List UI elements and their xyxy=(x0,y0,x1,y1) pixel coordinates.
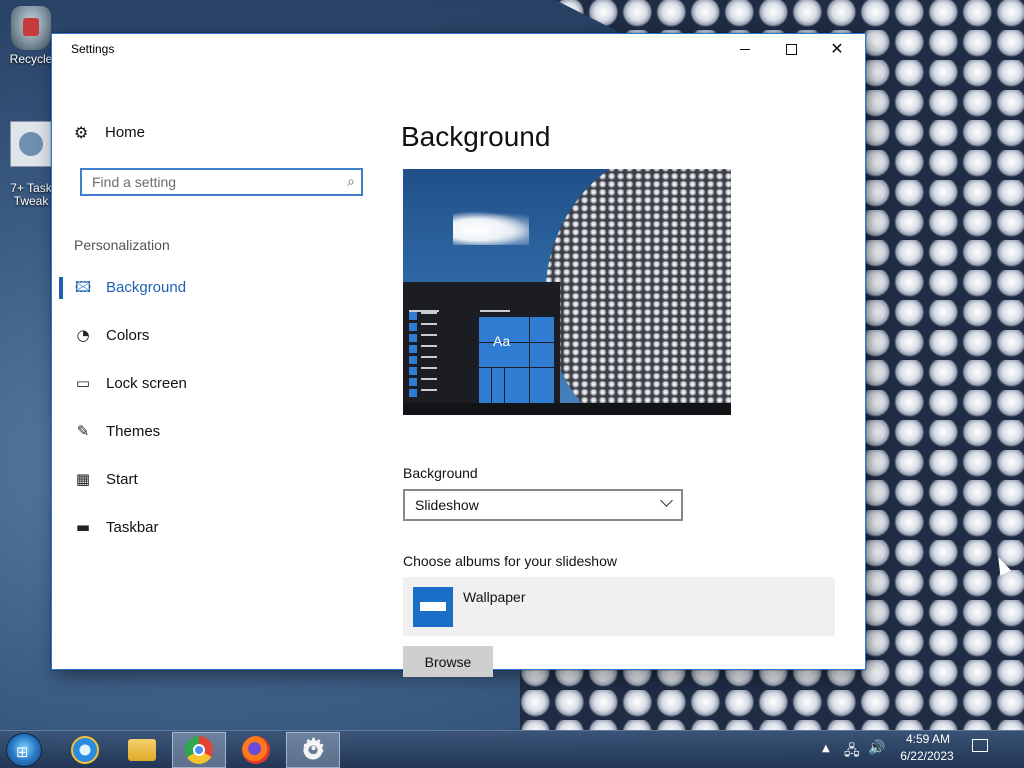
settings-gear-icon xyxy=(299,733,327,765)
maximize-icon xyxy=(785,43,797,55)
taskbar-settings[interactable] xyxy=(286,732,340,768)
taskbar-chrome[interactable] xyxy=(172,732,226,768)
taskbar-internet-explorer[interactable] xyxy=(58,732,112,768)
sidebar-item-label: Themes xyxy=(106,422,161,440)
chrome-icon xyxy=(185,736,213,764)
search-icon[interactable]: ⌕ xyxy=(347,174,355,190)
nav-home[interactable]: ⚙ Home xyxy=(74,124,145,141)
close-button[interactable]: ✕ xyxy=(814,34,860,64)
desktop-icon-label: 7+ Task Tweak xyxy=(10,181,52,208)
search-box: ⌕ xyxy=(80,168,363,196)
palette-icon: ◔ xyxy=(76,326,90,344)
sidebar-item-colors[interactable]: ◔ Colors xyxy=(57,315,357,355)
nav-home-label: Home xyxy=(105,124,146,141)
preview-taskbar xyxy=(403,403,731,415)
lock-screen-icon: ▭ xyxy=(75,374,91,392)
minimize-button[interactable] xyxy=(722,34,768,64)
preview-sample-text: Aa xyxy=(493,333,511,349)
browse-button[interactable]: Browse xyxy=(403,646,493,677)
brush-icon: ✎ xyxy=(76,422,90,440)
windows-logo-icon: ⊞ xyxy=(16,743,29,761)
maximize-button[interactable] xyxy=(768,34,814,64)
firefox-icon xyxy=(242,736,270,764)
chevron-down-icon xyxy=(660,494,673,507)
sidebar-item-label: Colors xyxy=(106,326,150,344)
background-preview: Aa xyxy=(403,169,731,415)
background-type-label: Background xyxy=(403,465,478,481)
settings-window: Settings ✕ ⚙ Home ⌕ Personalization 🖾 Ba… xyxy=(51,33,866,677)
taskbar: ⊞ ▲ 🖧 🔊 xyxy=(0,730,1024,768)
taskbar-firefox[interactable] xyxy=(229,732,283,768)
background-type-dropdown[interactable]: Slideshow xyxy=(403,489,683,521)
start-button[interactable]: ⊞ xyxy=(6,733,42,767)
dropdown-value: Slideshow xyxy=(415,497,479,513)
sidebar-item-label: Background xyxy=(106,278,187,296)
gear-icon: ⚙ xyxy=(74,122,89,142)
sidebar-item-lock-screen[interactable]: ▭ Lock screen xyxy=(57,363,357,403)
settings-content: ⚙ Home ⌕ Personalization 🖾 Background ◔ … xyxy=(57,64,860,677)
taskbar-file-explorer[interactable] xyxy=(115,732,169,768)
volume-icon[interactable]: 🔊 xyxy=(868,740,885,756)
network-icon[interactable]: 🖧 xyxy=(844,740,860,764)
close-icon: ✕ xyxy=(830,39,844,58)
preview-cloud xyxy=(453,211,529,245)
picture-icon: 🖾 xyxy=(74,278,92,296)
tray-clock-time[interactable]: 4:59 AM xyxy=(900,732,956,746)
taskbar-icon: ▬ xyxy=(75,518,91,536)
nav-section-heading: Personalization xyxy=(74,237,170,253)
tray-clock-date[interactable]: 6/22/2023 xyxy=(893,749,961,763)
sidebar-item-taskbar[interactable]: ▬ Taskbar xyxy=(57,507,357,547)
albums-label: Choose albums for your slideshow xyxy=(403,553,617,569)
minimize-icon xyxy=(740,48,750,50)
title-bar[interactable]: Settings ✕ xyxy=(52,34,865,64)
sidebar-item-background[interactable]: 🖾 Background xyxy=(57,267,357,307)
task-tweaker-icon xyxy=(10,121,52,167)
tray-overflow-chevron-icon[interactable]: ▲ xyxy=(822,743,830,754)
album-item-wallpaper[interactable]: Wallpaper xyxy=(403,577,835,636)
desktop-icon-task-tweaker[interactable]: 7+ Task Tweak xyxy=(4,108,58,221)
sidebar-item-label: Taskbar xyxy=(106,518,159,536)
internet-explorer-icon xyxy=(71,736,99,764)
recycle-bin-icon xyxy=(11,6,51,50)
sidebar-item-label: Start xyxy=(106,470,138,488)
desktop-icon-label: Recycle xyxy=(9,52,53,66)
search-input[interactable] xyxy=(82,170,352,194)
preview-start-panel: Aa xyxy=(403,282,560,403)
preview-dome xyxy=(545,169,731,415)
file-explorer-icon xyxy=(128,739,156,761)
preview-tiles: Aa xyxy=(479,317,554,403)
page-title: Background xyxy=(401,121,551,152)
folder-album-icon xyxy=(413,587,453,627)
album-name: Wallpaper xyxy=(463,589,526,605)
desktop-icon-recycle-bin[interactable]: Recycle xyxy=(4,6,58,66)
sidebar-item-start[interactable]: ▦ Start xyxy=(57,459,357,499)
sidebar-item-label: Lock screen xyxy=(106,374,187,392)
action-center-icon[interactable] xyxy=(972,739,988,752)
start-grid-icon: ▦ xyxy=(75,470,91,488)
window-title: Settings xyxy=(71,42,115,56)
sidebar-item-themes[interactable]: ✎ Themes xyxy=(57,411,357,451)
